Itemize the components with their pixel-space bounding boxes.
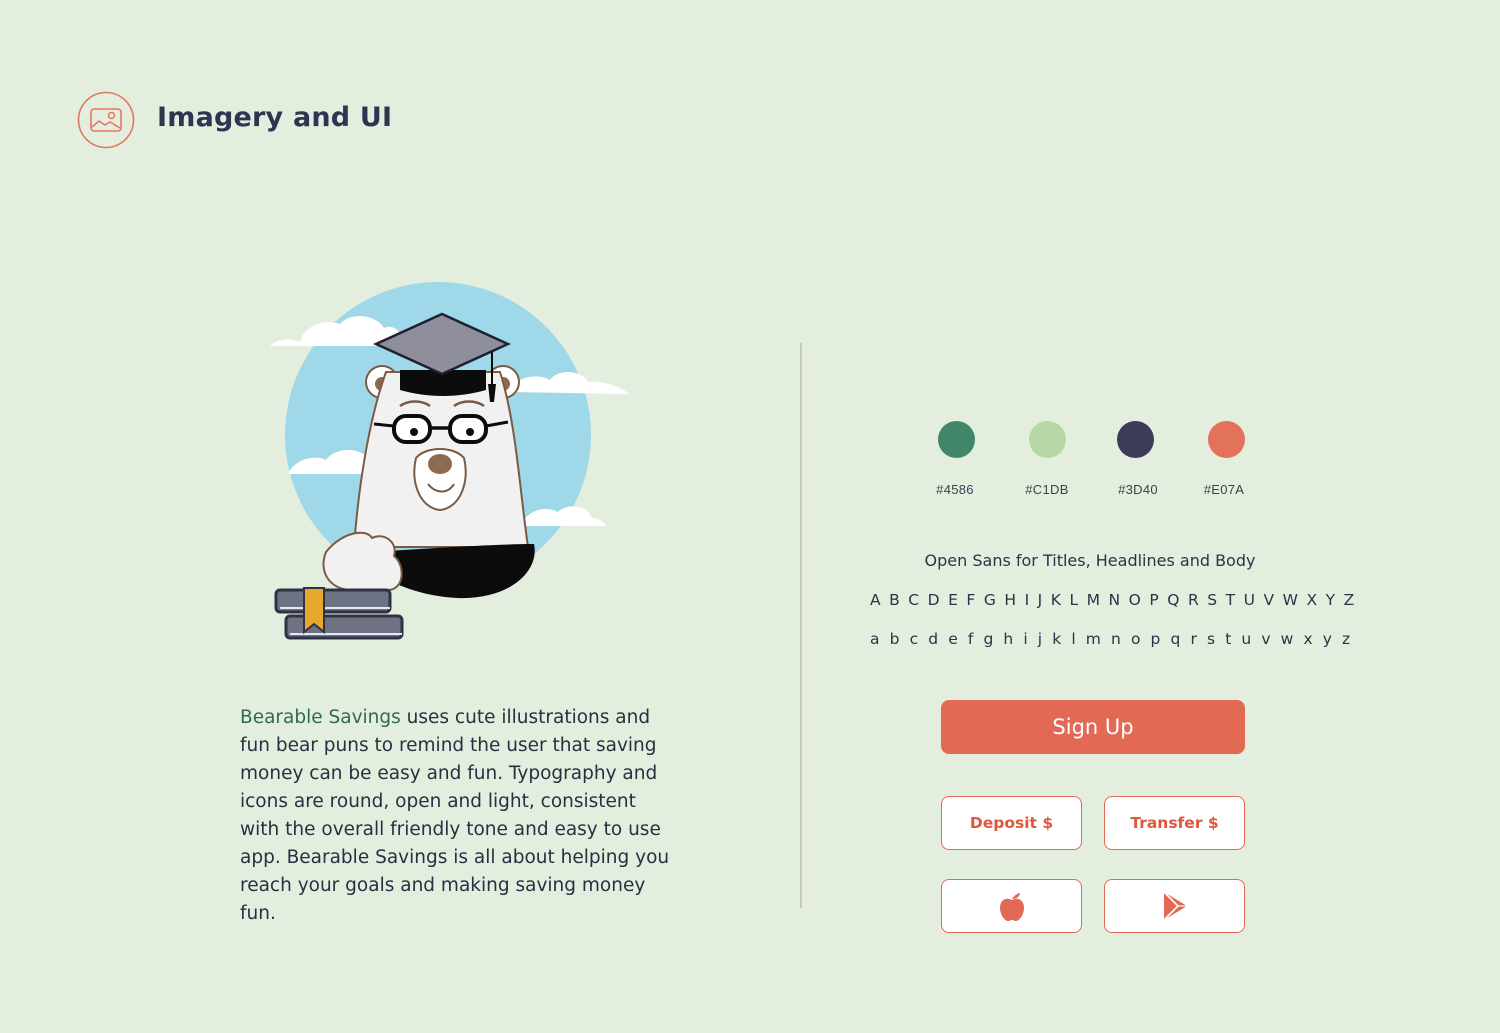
apple-store-button[interactable] bbox=[941, 879, 1082, 933]
color-label-light-green: #C1DB bbox=[1025, 482, 1069, 497]
image-icon bbox=[77, 91, 135, 149]
color-swatch-light-green bbox=[1029, 421, 1066, 458]
color-swatch-coral bbox=[1208, 421, 1245, 458]
sign-up-button[interactable]: Sign Up bbox=[941, 700, 1245, 754]
color-swatch-green bbox=[938, 421, 975, 458]
section-divider bbox=[800, 343, 802, 908]
color-label-navy: #3D40 bbox=[1118, 482, 1158, 497]
deposit-button[interactable]: Deposit $ bbox=[941, 796, 1082, 850]
brand-name: Bearable Savings bbox=[240, 707, 401, 728]
description-body: uses cute illustrations and fun bear pun… bbox=[240, 707, 670, 924]
page-title: Imagery and UI bbox=[157, 102, 393, 133]
description-text: Bearable Savings uses cute illustrations… bbox=[240, 704, 680, 928]
transfer-label: Transfer $ bbox=[1130, 814, 1219, 832]
alphabet-lowercase: a b c d e f g h i j k l m n o p q r s t … bbox=[870, 630, 1353, 648]
transfer-button[interactable]: Transfer $ bbox=[1104, 796, 1245, 850]
play-store-icon bbox=[1162, 891, 1187, 921]
color-label-coral: #E07A bbox=[1203, 482, 1245, 497]
sign-up-label: Sign Up bbox=[1052, 715, 1134, 739]
font-title: Open Sans for Titles, Headlines and Body bbox=[924, 551, 1256, 570]
graduate-bear-illustration bbox=[270, 282, 630, 640]
apple-icon bbox=[999, 893, 1024, 921]
color-label-green: #4586 bbox=[936, 482, 974, 497]
alphabet-uppercase: A B C D E F G H I J K L M N O P Q R S T … bbox=[870, 591, 1357, 609]
color-swatch-navy bbox=[1117, 421, 1154, 458]
play-store-button[interactable] bbox=[1104, 879, 1245, 933]
deposit-label: Deposit $ bbox=[969, 814, 1054, 832]
